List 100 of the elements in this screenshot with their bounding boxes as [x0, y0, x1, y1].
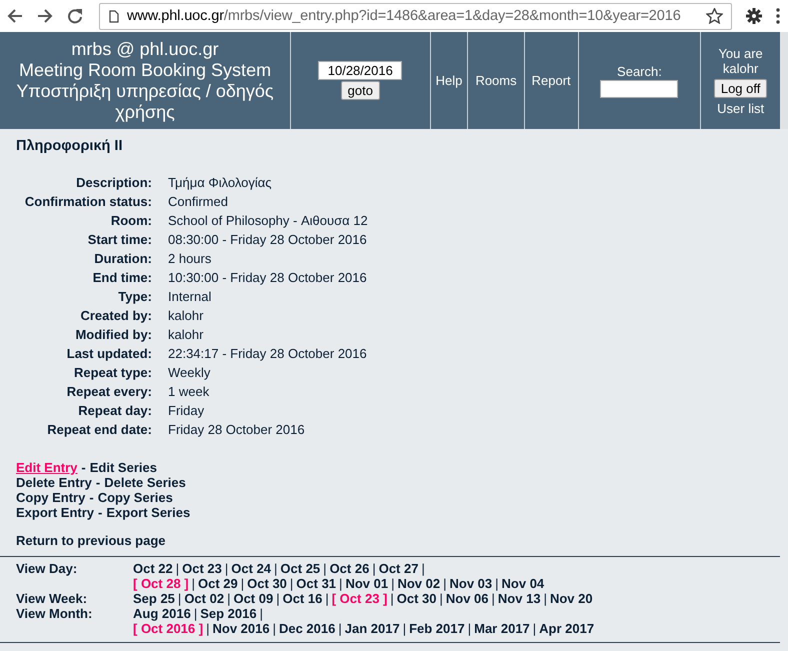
separator: | [276, 591, 280, 606]
date-link[interactable]: Oct 30 [396, 591, 436, 606]
separator: | [495, 576, 499, 591]
separator: | [443, 576, 446, 591]
field-value: 1 week [167, 383, 210, 401]
nav-link[interactable]: Rooms [475, 73, 517, 88]
series-action-link[interactable]: Delete Series [104, 475, 186, 490]
entry-action-link[interactable]: Export Entry [16, 505, 94, 520]
separator: | [272, 621, 276, 636]
date-link[interactable]: Oct 22 [133, 561, 173, 576]
logoff-button[interactable]: Log off [714, 78, 768, 98]
field-label: Last updated: [66, 345, 153, 363]
separator: | [227, 591, 230, 606]
separator: | [421, 561, 425, 576]
separator: | [532, 621, 536, 636]
goto-button[interactable]: goto [340, 81, 380, 100]
date-link[interactable]: Aug 2016 [133, 606, 191, 621]
entry-action-link[interactable]: Delete Entry [16, 475, 92, 490]
date-link[interactable]: Oct 24 [231, 561, 272, 576]
date-link[interactable]: Jan 2017 [344, 621, 400, 636]
date-link[interactable]: Oct 26 [330, 561, 370, 576]
forward-arrow-icon[interactable] [37, 9, 53, 23]
separator: | [176, 561, 180, 576]
date-link[interactable]: Oct 30 [247, 576, 287, 591]
field-value: School of Philosophy - Αιθουσα 12 [167, 212, 369, 230]
date-link[interactable]: Oct 31 [296, 576, 336, 591]
separator: | [240, 576, 244, 591]
series-action-link[interactable]: Copy Series [98, 490, 173, 505]
back-arrow-icon[interactable] [7, 9, 23, 23]
entry-action-link[interactable]: Copy Entry [16, 490, 86, 505]
date-link[interactable]: Oct 23 [182, 561, 222, 576]
separator: | [544, 591, 547, 606]
separator: | [323, 561, 327, 576]
date-link[interactable]: Oct 27 [378, 561, 418, 576]
separator: | [290, 576, 294, 591]
date-link[interactable]: Nov 13 [498, 591, 541, 606]
field-value: kalohr [167, 307, 204, 325]
date-link[interactable]: Nov 04 [502, 576, 544, 591]
star-icon[interactable] [706, 8, 723, 24]
search-field[interactable] [600, 80, 678, 98]
separator: | [192, 576, 196, 591]
field-label: Confirmation status: [24, 193, 153, 211]
field-label: Repeat every: [66, 383, 153, 401]
field-label: Start time: [86, 231, 153, 249]
series-action-link[interactable]: Edit Series [90, 460, 157, 475]
date-link[interactable]: Nov 06 [446, 591, 489, 606]
field-value: 22:34:17 - Friday 28 October 2016 [167, 345, 368, 363]
reload-icon[interactable] [67, 8, 83, 24]
field-value: kalohr [167, 326, 204, 344]
date-link[interactable]: Oct 16 [282, 591, 322, 606]
separator: | [260, 606, 263, 621]
nav-link[interactable]: Help [436, 73, 462, 88]
series-action-link[interactable]: Export Series [106, 505, 190, 520]
return-link[interactable]: Return to previous page [16, 533, 166, 548]
date-link[interactable]: Sep 25 [133, 591, 175, 606]
date-link[interactable]: Oct 09 [233, 591, 274, 606]
settings-icon[interactable] [746, 8, 762, 24]
date-link[interactable]: Oct 29 [198, 576, 238, 591]
menu-icon[interactable] [776, 8, 780, 24]
field-value: 10:30:00 - Friday 28 October 2016 [167, 269, 368, 287]
separator: | [468, 621, 472, 636]
field-label: Duration: [93, 250, 153, 268]
separator: | [325, 591, 329, 606]
view-label: View Month: [16, 606, 94, 623]
url-text: www.phl.uoc.gr/mrbs/view_entry.php?id=1486&area=1&day=28&month=10&year=2016 [127, 8, 682, 24]
site-title: Υποστήριξη υπηρεσίας / οδηγός χρήσης [15, 80, 275, 122]
field-label: End time: [92, 269, 153, 287]
page-icon [109, 10, 119, 22]
field-label: Repeat end date: [46, 421, 153, 439]
separator: | [274, 561, 278, 576]
date-link[interactable]: Apr 2017 [539, 621, 594, 636]
field-label: Modified by: [74, 326, 153, 344]
date-link[interactable]: Dec 2016 [278, 621, 336, 636]
field-value: Friday [167, 402, 206, 420]
date-link[interactable]: Feb 2017 [409, 621, 465, 636]
separator: | [402, 621, 406, 636]
field-value: Confirmed [167, 193, 229, 211]
user-list-link[interactable]: User list [717, 100, 764, 116]
separator: | [338, 621, 342, 636]
date-link[interactable]: Nov 2016 [212, 621, 270, 636]
date-link[interactable]: Sep 2016 [200, 606, 257, 621]
site-title: Meeting Room Booking System [18, 60, 272, 80]
separator: | [224, 561, 228, 576]
separator: - [96, 475, 100, 490]
date-link[interactable]: Oct 25 [280, 561, 320, 576]
date-link[interactable]: Nov 01 [345, 576, 388, 591]
date-link[interactable]: Mar 2017 [474, 621, 530, 636]
separator: | [440, 591, 443, 606]
date-link[interactable]: Nov 03 [450, 576, 492, 591]
search-label: Search: [617, 64, 662, 78]
field-label: Description: [75, 174, 153, 192]
site-title: mrbs @ phl.uoc.gr [70, 38, 220, 60]
date-link[interactable]: Oct 02 [184, 591, 224, 606]
date-field[interactable]: 10/28/2016 [318, 61, 402, 80]
date-link[interactable]: Nov 20 [550, 591, 593, 606]
view-label: View Week: [16, 591, 88, 606]
date-link[interactable]: Nov 02 [397, 576, 440, 591]
address-bar[interactable]: www.phl.uoc.gr/mrbs/view_entry.php?id=1486&area=1&day=28&month=10&year=2016 [99, 2, 732, 30]
field-value: 2 hours [167, 250, 212, 268]
nav-link[interactable]: Report [532, 73, 571, 88]
